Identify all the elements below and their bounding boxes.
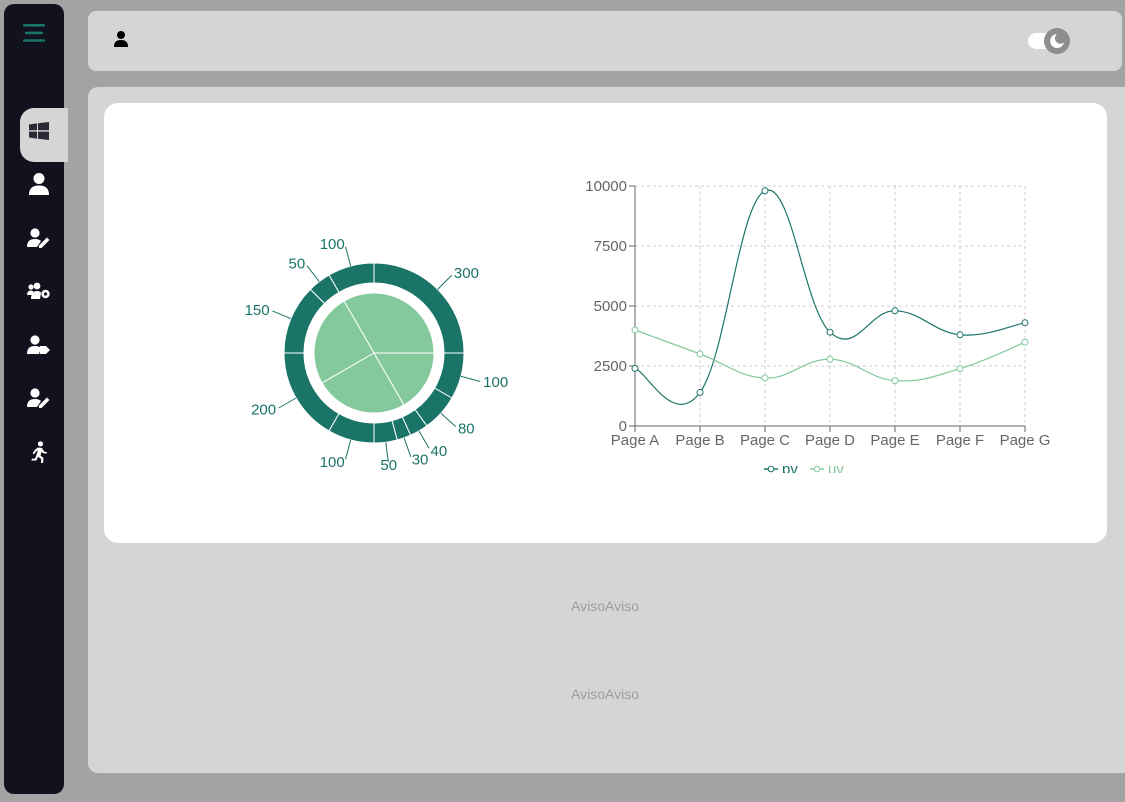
pie-label-line	[418, 430, 430, 449]
sidebar-item-logout[interactable]	[20, 435, 58, 469]
charts-card: 300 100 50 150 200 100 50 30 40 80 100 0 2500 5000 75…	[104, 103, 1107, 543]
user-tag-icon	[27, 335, 50, 354]
legend-label: uv	[828, 461, 844, 473]
pie-data-label: 30	[412, 452, 429, 469]
sidebar-item-user-tag[interactable]	[20, 328, 58, 362]
pie-data-label: 300	[454, 265, 479, 282]
legend-marker-dot	[767, 465, 775, 473]
user-edit-icon	[27, 228, 50, 248]
x-tick-label: Page G	[1000, 432, 1051, 449]
menu-toggle-button[interactable]	[18, 18, 50, 48]
user-icon	[114, 31, 128, 47]
pie-data-label: 100	[320, 454, 345, 471]
data-point-pv	[891, 307, 899, 315]
sidebar-item-users-settings[interactable]	[20, 274, 58, 308]
y-tick-label: 5000	[594, 298, 627, 315]
running-icon	[31, 441, 47, 463]
users-cog-icon	[27, 282, 50, 299]
data-point-uv	[696, 350, 704, 358]
line-chart: 025005000750010000Page A Page B Page C Page…	[585, 178, 1051, 473]
pie-label-line	[272, 310, 292, 320]
user-menu-button[interactable]	[114, 31, 128, 52]
pie-label-line	[403, 437, 412, 457]
toggle-knob	[1044, 28, 1070, 54]
sidebar-item-profile[interactable]	[20, 167, 58, 201]
data-point-pv	[761, 187, 769, 195]
data-point-pv	[956, 331, 964, 339]
notice-text: AvisoAviso	[571, 598, 639, 614]
pie-label-line	[345, 439, 352, 460]
sidebar	[4, 4, 68, 794]
user-icon	[29, 173, 49, 195]
data-point-pv	[1021, 319, 1029, 327]
data-point-uv	[631, 326, 639, 334]
x-tick-label: Page D	[805, 432, 855, 449]
top-bar	[88, 11, 1122, 71]
pie-data-label: 200	[251, 402, 276, 419]
y-tick-label: 10000	[585, 178, 627, 195]
pie-data-label: 50	[380, 457, 397, 474]
pie-data-label: 100	[483, 374, 508, 391]
pie-data-label: 40	[431, 443, 448, 460]
pie-data-label: 100	[320, 236, 345, 253]
windows-icon	[29, 122, 49, 140]
legend-label: pv	[782, 461, 798, 473]
pie-label-line	[440, 412, 457, 427]
pie-label-line	[278, 397, 297, 409]
sidebar-item-edit-user[interactable]	[20, 221, 58, 255]
user-pen-icon	[27, 388, 50, 408]
pie-label-line	[460, 375, 481, 382]
data-point-uv	[826, 355, 834, 363]
sidebar-item-dashboard[interactable]	[20, 114, 58, 148]
theme-toggle[interactable]	[1028, 27, 1072, 55]
x-tick-label: Page E	[870, 432, 919, 449]
data-point-pv	[631, 364, 639, 372]
pie-label-line	[345, 246, 352, 267]
data-point-pv	[826, 328, 834, 336]
pie-chart: 300 100 50 150 200 100 50 3040 80 100	[245, 236, 509, 474]
pie-data-label: 80	[458, 421, 475, 438]
hamburger-icon	[23, 24, 45, 42]
pie-data-label: 50	[289, 255, 306, 272]
x-tick-label: Page F	[936, 432, 984, 449]
pie-label-line	[437, 274, 453, 290]
pie-label-line	[306, 265, 320, 282]
data-point-uv	[956, 365, 964, 373]
y-tick-label: 2500	[594, 358, 627, 375]
pie-data-label: 150	[245, 302, 270, 319]
sidebar-item-user-pen[interactable]	[20, 381, 58, 415]
x-tick-label: Page B	[675, 432, 724, 449]
legend-marker-dot	[813, 465, 821, 473]
data-point-uv	[891, 377, 899, 385]
data-point-uv	[1021, 338, 1029, 346]
data-point-uv	[761, 374, 769, 382]
y-tick-label: 7500	[594, 238, 627, 255]
moon-icon	[1050, 34, 1064, 48]
x-tick-label: Page A	[611, 432, 659, 449]
x-tick-label: Page C	[740, 432, 790, 449]
main-panel: 300 100 50 150 200 100 50 30 40 80 100 0 2500 5000 75…	[88, 87, 1125, 773]
data-point-pv	[696, 388, 704, 396]
notice-text: AvisoAviso	[571, 686, 639, 702]
